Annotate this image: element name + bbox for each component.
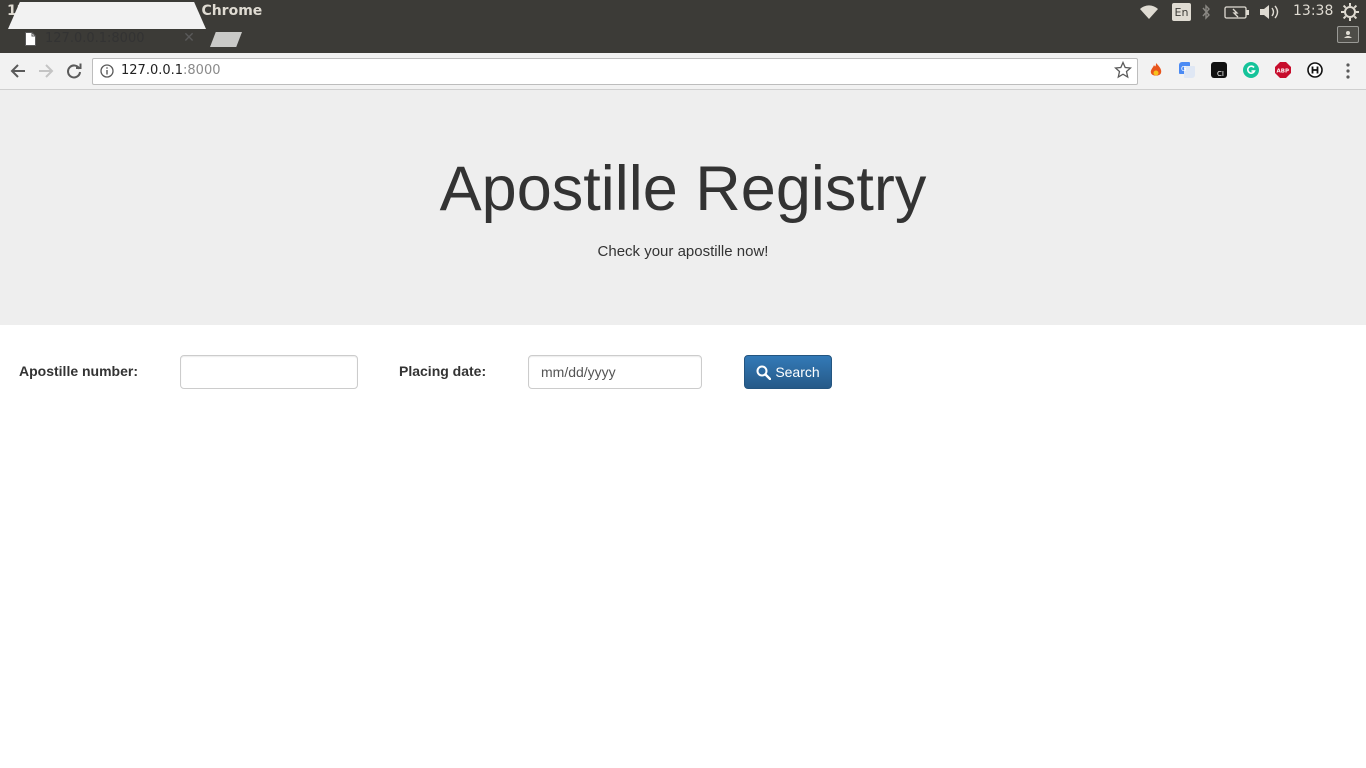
svg-text:ABP: ABP [1277, 69, 1289, 75]
page-subtitle: Check your apostille now! [597, 243, 769, 260]
reload-icon [67, 63, 82, 79]
bookmark-star-icon[interactable] [1114, 61, 1132, 79]
system-top-panel: 127.0.0.1:8000 - Google Chrome [0, 0, 1366, 24]
settings-gear-icon[interactable] [1341, 3, 1359, 21]
tab-title[interactable]: 127.0.0.1:8000 [45, 31, 145, 46]
chrome-menu-icon[interactable] [1340, 61, 1356, 81]
placing-date-label: Placing date: [399, 363, 487, 379]
arrow-left-icon [10, 64, 25, 78]
url-host: 127.0.0.1 [121, 63, 184, 78]
battery-icon[interactable] [1224, 6, 1250, 19]
page-title: Apostille Registry [439, 154, 927, 224]
svg-text:CI: CI [1217, 70, 1224, 78]
info-icon[interactable] [100, 64, 114, 78]
address-url[interactable]: 127.0.0.1:8000 [121, 63, 221, 78]
address-bar[interactable] [92, 58, 1138, 85]
grammarly-icon[interactable] [1243, 62, 1259, 78]
apostille-number-label: Apostille number: [19, 363, 139, 379]
search-icon [756, 365, 772, 380]
system-clock[interactable]: 13:38 [1293, 3, 1333, 19]
page-icon [25, 32, 36, 46]
reload-button[interactable] [63, 60, 85, 82]
search-button[interactable]: Search [744, 355, 832, 389]
apostille-number-input[interactable] [180, 355, 358, 389]
arrow-right-icon [39, 64, 54, 78]
tab-close-icon[interactable]: ✕ [182, 30, 196, 46]
placing-date-input[interactable] [528, 355, 702, 389]
browser-tab[interactable] [8, 2, 206, 29]
wifi-icon[interactable] [1139, 5, 1159, 20]
svg-text:G: G [1181, 65, 1186, 73]
keyboard-language-indicator[interactable]: En [1172, 3, 1191, 21]
forward-button[interactable] [35, 60, 57, 82]
h-extension-icon[interactable] [1307, 62, 1323, 78]
profile-button[interactable] [1337, 26, 1359, 43]
google-translate-icon[interactable]: G [1179, 62, 1195, 78]
fire-extension-icon[interactable] [1148, 62, 1164, 78]
ci-extension-icon[interactable]: CI [1211, 62, 1227, 78]
person-icon [1344, 31, 1352, 38]
search-button-label: Search [775, 364, 820, 380]
url-port: :8000 [183, 63, 221, 78]
volume-icon[interactable] [1259, 4, 1281, 20]
bluetooth-icon[interactable] [1201, 4, 1211, 20]
adblock-plus-icon[interactable]: ABP [1275, 62, 1291, 78]
back-button[interactable] [7, 60, 29, 82]
